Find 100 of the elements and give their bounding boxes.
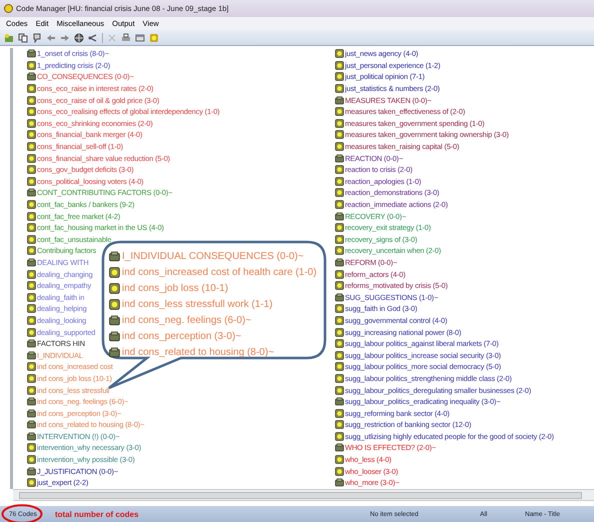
code-icon bbox=[27, 443, 36, 452]
code-icon bbox=[27, 142, 36, 152]
code-icon bbox=[27, 200, 36, 210]
code-icon bbox=[27, 176, 36, 186]
code-icon bbox=[335, 223, 344, 232]
code-icon bbox=[335, 234, 344, 244]
code-icon bbox=[335, 165, 344, 174]
code-icon bbox=[109, 266, 120, 278]
app-icon bbox=[4, 4, 13, 13]
new-code-icon[interactable] bbox=[4, 32, 14, 42]
code-item[interactable]: ind cons_job loss (10-1) bbox=[109, 280, 228, 296]
code-item[interactable]: ind cons_increased cost of health care (1-0) bbox=[109, 264, 317, 280]
code-icon bbox=[335, 466, 344, 476]
folder-icon bbox=[27, 397, 36, 406]
folder-icon bbox=[335, 154, 344, 163]
code-icon bbox=[27, 292, 36, 302]
code-icon bbox=[27, 130, 36, 140]
code-icon bbox=[27, 234, 36, 244]
code-icon bbox=[27, 154, 36, 163]
folder-icon bbox=[109, 314, 120, 326]
folder-icon bbox=[109, 346, 120, 358]
code-icon bbox=[27, 212, 36, 221]
code-icon bbox=[335, 72, 344, 82]
code-icon bbox=[27, 107, 36, 116]
code-icon bbox=[335, 281, 344, 290]
folder-icon bbox=[27, 466, 36, 476]
back-icon[interactable] bbox=[46, 32, 56, 42]
code-icon bbox=[27, 304, 36, 314]
code-icon bbox=[335, 432, 344, 441]
code-icon bbox=[335, 316, 344, 325]
code-icon bbox=[335, 350, 344, 360]
code-icon bbox=[335, 60, 344, 70]
code-icon bbox=[27, 84, 36, 94]
folder-icon bbox=[335, 292, 344, 302]
folder-icon bbox=[335, 397, 344, 406]
code-item[interactable]: I_INDIVIDUAL CONSEQUENCES (0-0)~ bbox=[109, 248, 304, 264]
globe-icon[interactable] bbox=[74, 32, 84, 42]
folder-icon bbox=[27, 72, 36, 82]
code-icon bbox=[335, 188, 344, 198]
code-icon bbox=[335, 386, 344, 395]
folder-icon bbox=[27, 258, 36, 267]
code-icon bbox=[27, 165, 36, 174]
folder-icon bbox=[27, 49, 36, 58]
code-item[interactable]: ind cons_perception (3-0)~ bbox=[109, 328, 242, 344]
window-icon[interactable] bbox=[135, 32, 145, 42]
code-icon bbox=[335, 374, 344, 383]
folder-icon bbox=[27, 408, 36, 418]
code-icon bbox=[335, 455, 344, 464]
code-icon bbox=[27, 386, 36, 395]
network-icon[interactable] bbox=[88, 32, 98, 42]
folder-icon bbox=[27, 350, 36, 360]
code-icon bbox=[109, 298, 120, 310]
code-icon bbox=[27, 246, 36, 256]
code-icon bbox=[335, 118, 344, 128]
folder-icon bbox=[27, 188, 36, 198]
code-icon bbox=[335, 408, 344, 418]
code-icon bbox=[27, 478, 36, 488]
folder-icon bbox=[27, 339, 36, 348]
folder-icon bbox=[335, 96, 344, 105]
code-icon bbox=[27, 455, 36, 464]
horizontal-scrollbar[interactable] bbox=[13, 489, 594, 501]
folder-icon bbox=[27, 432, 36, 441]
code-item[interactable]: ind cons_related to housing (8-0)~ bbox=[109, 344, 274, 360]
folder-icon bbox=[335, 443, 344, 452]
code-icon bbox=[335, 339, 344, 348]
code-icon bbox=[335, 107, 344, 116]
code-icon bbox=[27, 316, 36, 325]
forward-icon[interactable] bbox=[60, 32, 70, 42]
code-icon bbox=[27, 223, 36, 232]
code-icon bbox=[335, 130, 344, 140]
folder-icon bbox=[27, 420, 36, 430]
folder-icon bbox=[109, 330, 120, 342]
code-icon bbox=[27, 362, 36, 372]
code-icon bbox=[27, 118, 36, 128]
code-icon bbox=[27, 281, 36, 290]
code-item[interactable]: ind cons_neg. feelings (6-0)~ bbox=[109, 312, 252, 328]
code-icon bbox=[27, 374, 36, 383]
code-item[interactable]: ind cons_less stressfull work (1-1) bbox=[109, 296, 273, 312]
code-icon bbox=[27, 270, 36, 279]
code-icon bbox=[335, 270, 344, 279]
code-icon bbox=[27, 96, 36, 105]
copy-icon[interactable] bbox=[18, 32, 28, 42]
code-icon bbox=[27, 60, 36, 70]
folder-icon bbox=[335, 478, 344, 488]
print-icon[interactable] bbox=[121, 32, 131, 42]
code-icon bbox=[335, 328, 344, 337]
comment-icon[interactable] bbox=[32, 32, 42, 42]
folder-icon bbox=[109, 250, 120, 262]
code-icon bbox=[27, 328, 36, 337]
code-icon bbox=[335, 142, 344, 152]
folder-icon bbox=[335, 258, 344, 267]
code-icon bbox=[335, 304, 344, 314]
annotation-text: total number of codes bbox=[55, 510, 140, 518]
code-icon bbox=[335, 200, 344, 210]
folder-icon bbox=[335, 212, 344, 221]
code-icon bbox=[335, 420, 344, 430]
code-icon bbox=[335, 176, 344, 186]
code-icon bbox=[335, 246, 344, 256]
code-icon bbox=[109, 282, 120, 294]
code-icon bbox=[335, 49, 344, 58]
